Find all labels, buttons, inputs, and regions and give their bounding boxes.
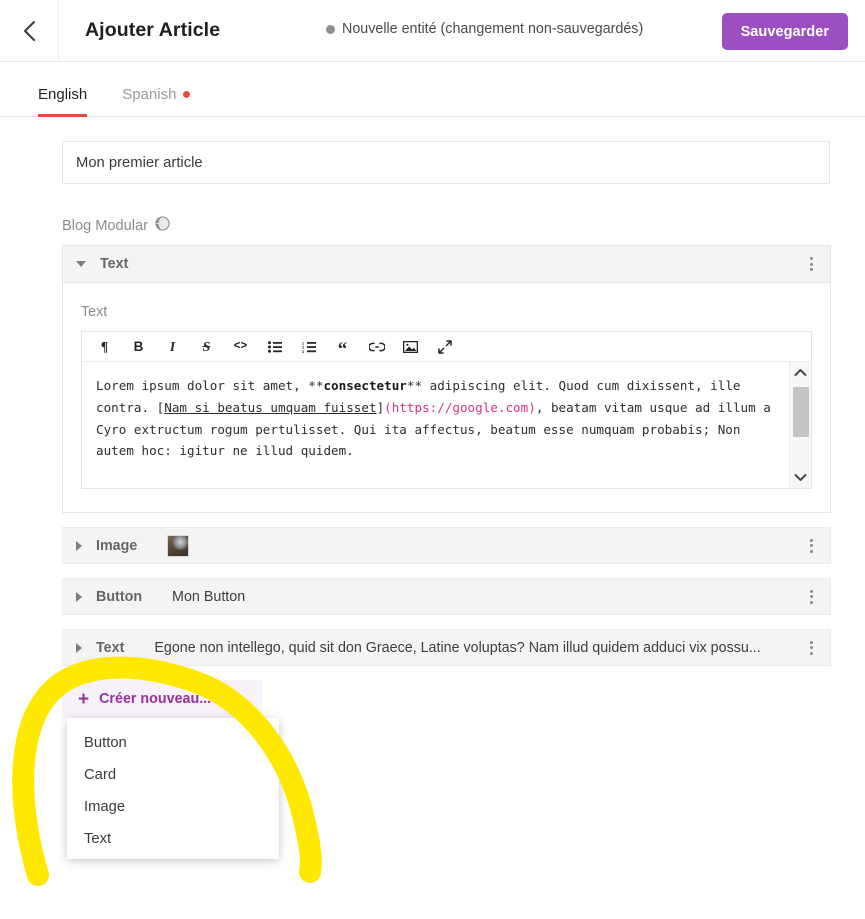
quote-icon[interactable]: “ xyxy=(334,338,351,359)
markdown-text-area[interactable]: Lorem ipsum dolor sit amet, **consectetu… xyxy=(82,362,811,488)
scroll-thumb[interactable] xyxy=(793,387,809,437)
page-title: Ajouter Article xyxy=(85,19,221,41)
scroll-up-icon[interactable] xyxy=(790,362,811,383)
app-header: Ajouter Article Nouvelle entité (changem… xyxy=(0,0,865,62)
module-options-menu-icon[interactable] xyxy=(800,586,822,608)
dropdown-option-button[interactable]: Button xyxy=(67,727,279,759)
back-button[interactable] xyxy=(0,0,59,61)
module-text-expanded: Text Text ¶ B I S <> 1 2 3 “ Lorem ipsum… xyxy=(62,245,831,513)
create-new-label: Créer nouveau... xyxy=(99,691,212,707)
chevron-left-icon xyxy=(22,20,37,42)
numbered-list-icon[interactable]: 1 2 3 xyxy=(300,338,317,356)
code-icon[interactable]: <> xyxy=(232,338,249,356)
dropdown-option-image[interactable]: Image xyxy=(67,791,279,823)
fullscreen-icon[interactable] xyxy=(436,338,453,356)
md-part1: Lorem ipsum dolor sit amet, ** xyxy=(96,378,324,393)
editor-scrollbar[interactable] xyxy=(789,362,811,488)
modules-list: Text Text ¶ B I S <> 1 2 3 “ Lorem ipsum… xyxy=(62,245,831,859)
caret-up-icon xyxy=(236,696,246,702)
create-new-container: + Créer nouveau... Button Card Image Tex… xyxy=(62,680,279,859)
create-new-button[interactable]: + Créer nouveau... xyxy=(62,680,262,718)
module-options-menu-icon[interactable] xyxy=(800,637,822,659)
italic-icon[interactable]: I xyxy=(164,338,181,356)
link-icon[interactable] xyxy=(368,338,385,356)
globe-icon xyxy=(155,216,170,235)
editor-toolbar: ¶ B I S <> 1 2 3 “ xyxy=(82,332,811,362)
tab-spanish-unsaved-dot-icon xyxy=(183,91,191,98)
md-link-text: Nam si beatus umquam fuisset xyxy=(164,399,377,415)
caret-down-icon[interactable] xyxy=(76,261,86,267)
bold-icon[interactable]: B xyxy=(130,338,147,356)
image-thumbnail xyxy=(167,534,190,557)
caret-right-icon[interactable] xyxy=(76,642,82,653)
plus-icon: + xyxy=(78,688,90,710)
caret-right-icon[interactable] xyxy=(76,591,82,602)
module-type-label: Text xyxy=(100,256,129,272)
module-row-text[interactable]: Text Egone non intellego, quid sit don G… xyxy=(62,629,831,666)
bullet-list-icon[interactable] xyxy=(266,338,283,356)
form-content: Mon premier article Blog Modular Text Te… xyxy=(0,117,865,859)
md-url: (https://google.com) xyxy=(384,399,536,415)
scroll-down-icon[interactable] xyxy=(790,467,811,488)
paragraph-icon[interactable]: ¶ xyxy=(96,338,113,356)
module-header[interactable]: Text xyxy=(63,246,830,283)
dropdown-option-text[interactable]: Text xyxy=(67,823,279,855)
language-tabs: English Spanish xyxy=(0,62,865,117)
tab-spanish-label: Spanish xyxy=(122,86,177,103)
strikethrough-icon[interactable]: S xyxy=(198,338,215,356)
status-indicator: Nouvelle entité (changement non-sauvegar… xyxy=(326,21,643,37)
module-preview-text: Mon Button xyxy=(172,588,246,605)
module-body: Text ¶ B I S <> 1 2 3 “ Lorem ipsum dolo… xyxy=(63,283,830,512)
md-bold-word: consectetur xyxy=(323,378,407,393)
tab-english[interactable]: English xyxy=(38,86,88,117)
module-type-label: Image xyxy=(96,537,138,554)
svg-text:3: 3 xyxy=(302,349,304,352)
create-new-dropdown: Button Card Image Text xyxy=(67,718,279,859)
module-preview-text: Egone non intellego, quid sit don Graece… xyxy=(154,639,761,656)
tab-english-label: English xyxy=(38,86,88,103)
module-options-menu-icon[interactable] xyxy=(800,253,822,275)
module-row-image[interactable]: Image xyxy=(62,527,831,564)
image-icon[interactable] xyxy=(402,338,419,356)
caret-right-icon[interactable] xyxy=(76,540,82,551)
module-type-label: Button xyxy=(96,588,143,605)
markdown-editor: ¶ B I S <> 1 2 3 “ Lorem ipsum dolor sit… xyxy=(81,331,812,489)
article-title-input[interactable]: Mon premier article xyxy=(62,141,830,184)
status-dot-icon xyxy=(326,24,335,34)
module-row-button[interactable]: Button Mon Button xyxy=(62,578,831,615)
modular-label-text: Blog Modular xyxy=(62,217,148,234)
module-type-label: Text xyxy=(96,639,125,656)
text-field-label: Text xyxy=(81,304,108,320)
status-text: Nouvelle entité (changement non-sauvegar… xyxy=(342,21,644,37)
scroll-track[interactable] xyxy=(790,383,811,467)
tab-spanish[interactable]: Spanish xyxy=(122,86,191,116)
modular-field-label: Blog Modular xyxy=(62,216,849,235)
dropdown-option-card[interactable]: Card xyxy=(67,759,279,791)
save-button[interactable]: Sauvegarder xyxy=(721,13,848,50)
module-options-menu-icon[interactable] xyxy=(800,535,822,557)
article-title-value: Mon premier article xyxy=(76,154,203,171)
